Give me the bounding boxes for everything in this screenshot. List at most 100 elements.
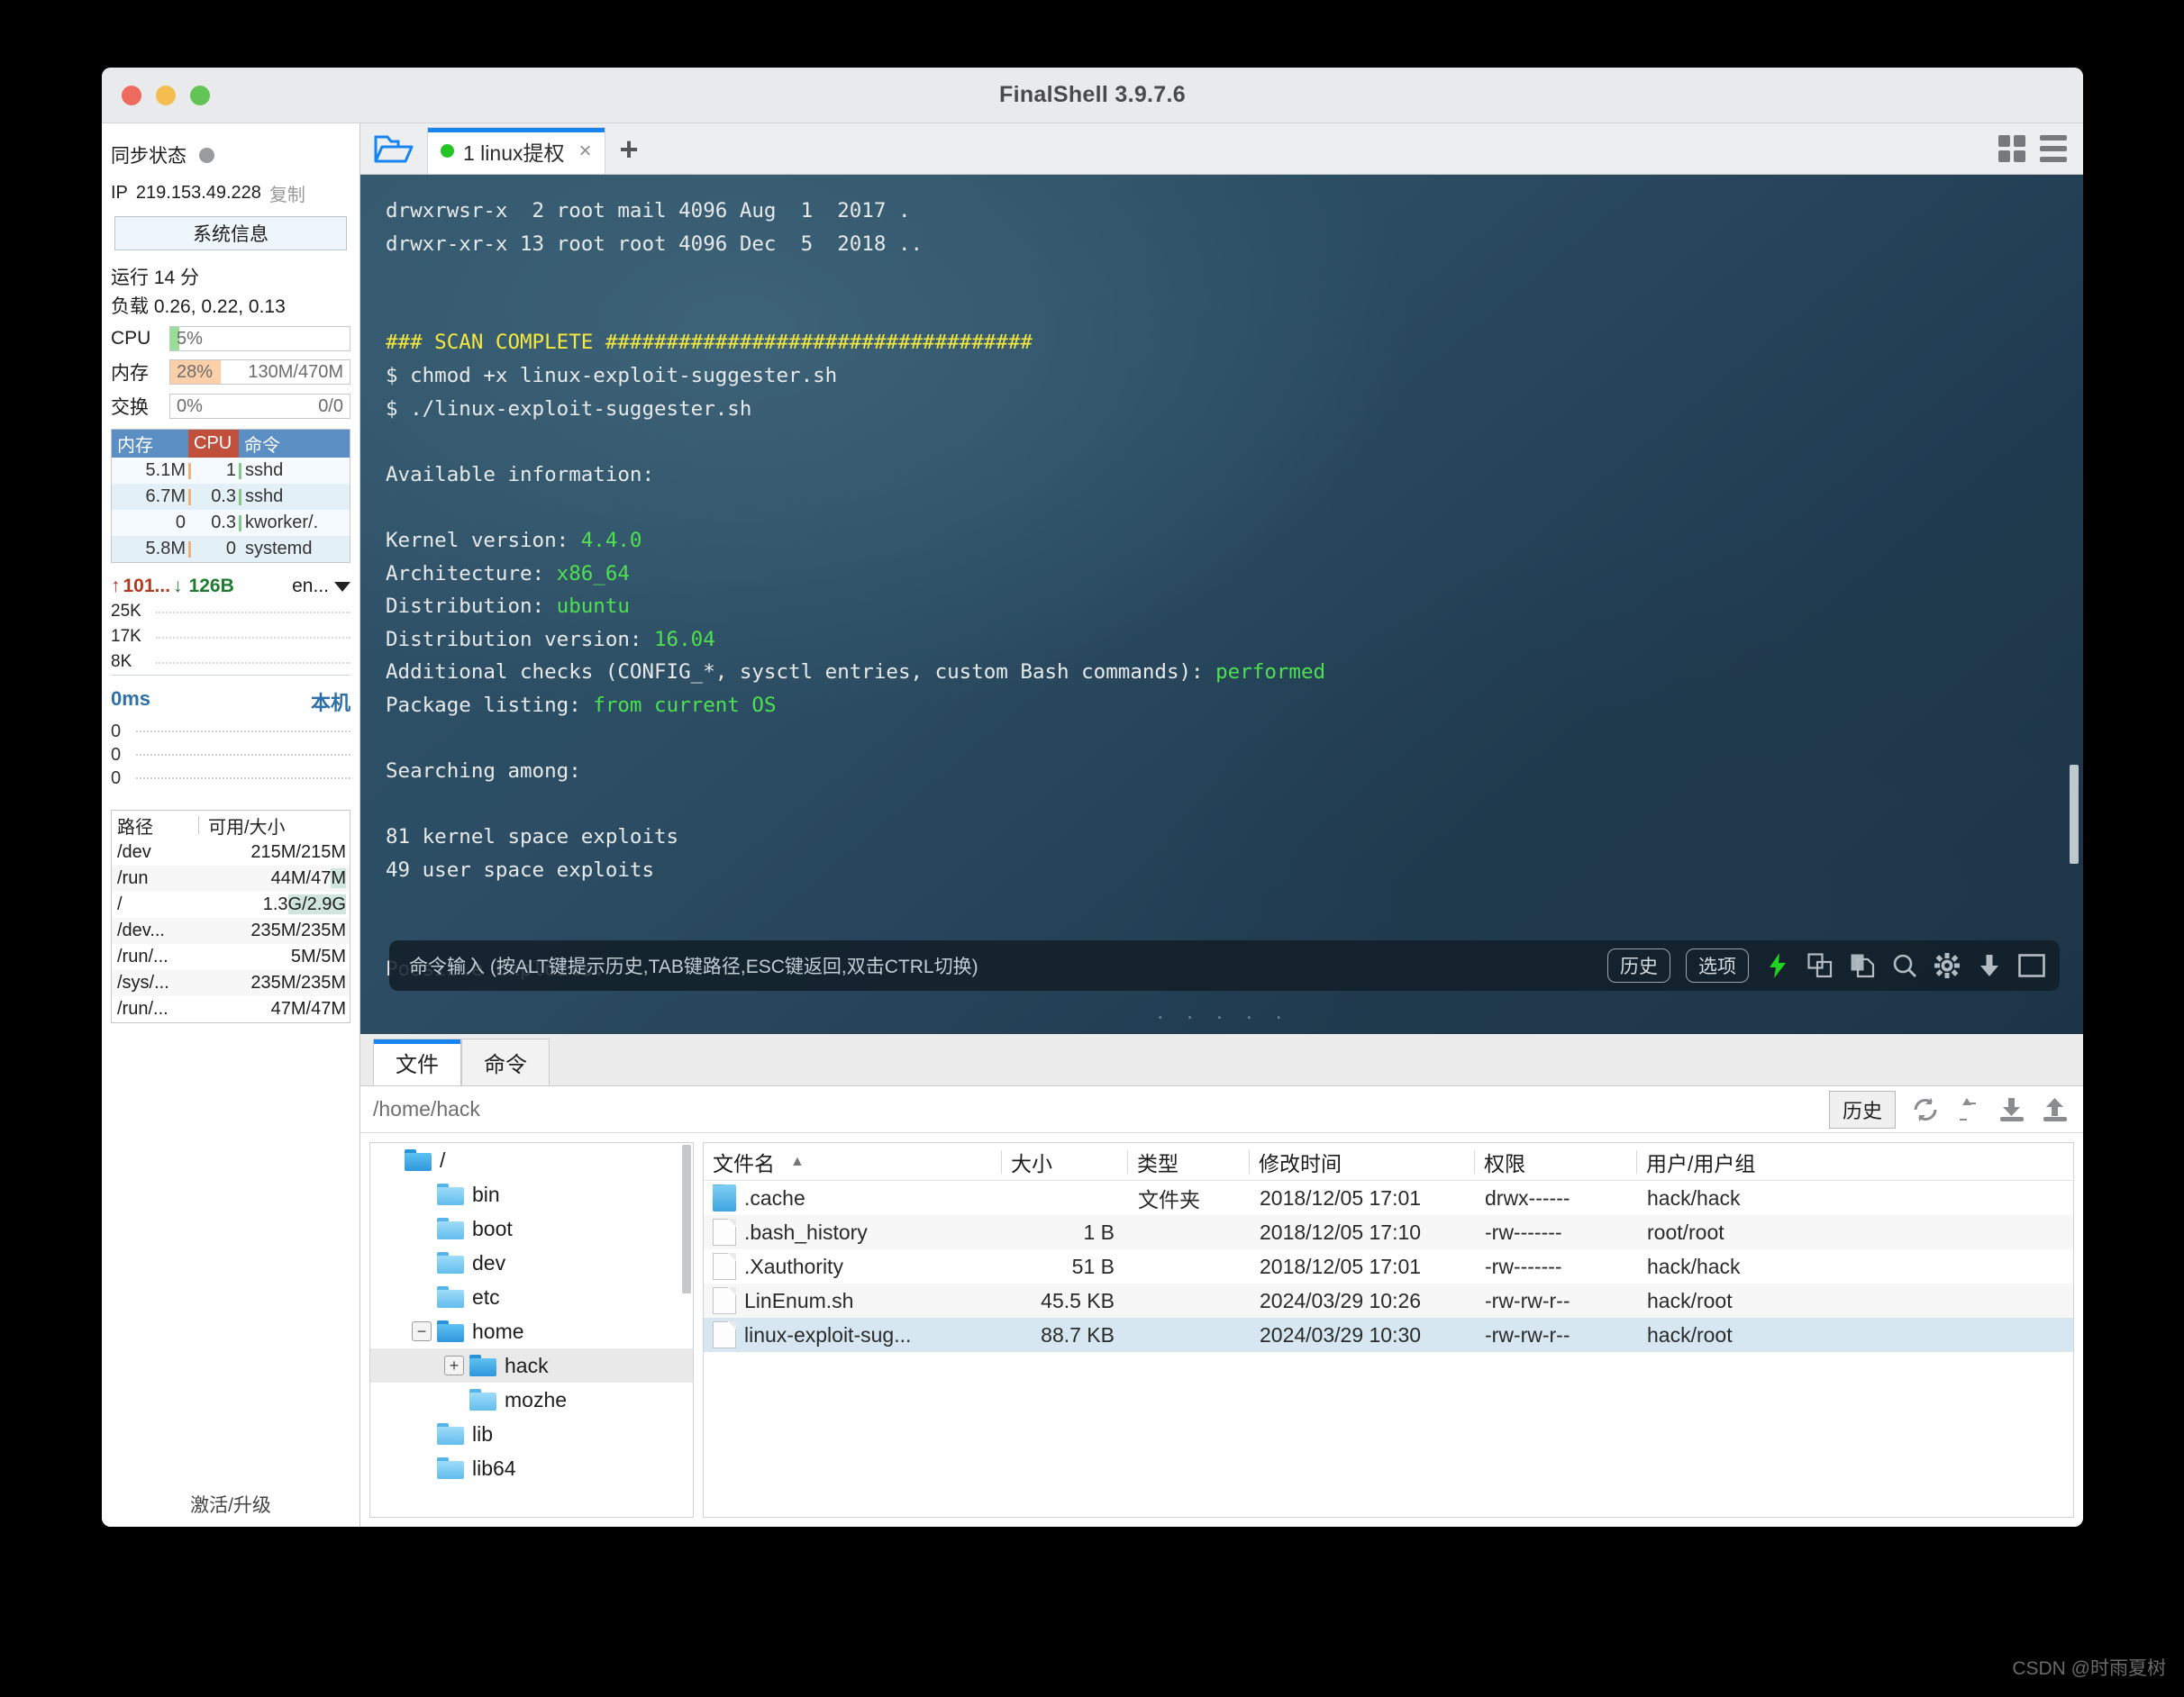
refresh-icon[interactable] <box>1912 1096 1939 1123</box>
process-cmd: systemd <box>241 539 350 559</box>
command-history-button[interactable]: 历史 <box>1607 948 1670 983</box>
file-name-cell: .bash_history <box>704 1219 1001 1246</box>
tree-node-mozhe[interactable]: mozhe <box>370 1383 693 1417</box>
meter-label: CPU <box>111 328 163 349</box>
download-icon[interactable] <box>1998 1096 2025 1123</box>
command-input-bar[interactable]: 命令输入 (按ALT键提示历史,TAB键路径,ESC键返回,双击CTRL切换) … <box>389 940 2060 991</box>
window-body: 同步状态 IP 219.153.49.228 复制 系统信息 运行 14 分 负… <box>102 123 2083 1527</box>
file-row[interactable]: .bash_history1 B2018/12/05 17:10-rw-----… <box>704 1215 2073 1249</box>
disk-col-path[interactable]: 路径 <box>112 812 198 839</box>
window-icon[interactable] <box>2018 952 2045 979</box>
current-path-input[interactable]: /home/hack <box>373 1097 480 1121</box>
disk-size: 47M/47M <box>198 999 350 1020</box>
file-column-header-1[interactable]: 大小 <box>1001 1150 1127 1174</box>
command-options-button[interactable]: 选项 <box>1686 948 1749 983</box>
ip-label: IP <box>111 183 128 204</box>
terminal-scrollbar-thumb[interactable] <box>2070 765 2079 864</box>
tree-node-boot[interactable]: boot <box>370 1211 693 1246</box>
disk-row[interactable]: /sys/...235M/235M <box>112 970 350 996</box>
close-tab-button[interactable]: × <box>578 139 591 164</box>
process-cpu: 1 <box>191 460 239 481</box>
file-row[interactable]: .cache文件夹2018/12/05 17:01drwx------hack/… <box>704 1181 2073 1215</box>
process-row[interactable]: 6.7M0.3sshd <box>112 484 350 510</box>
path-history-button[interactable]: 历史 <box>1829 1091 1896 1129</box>
search-icon[interactable] <box>1891 952 1918 979</box>
process-table: 内存 CPU 命令 5.1M1sshd6.7M0.3sshd00.3kworke… <box>111 429 350 563</box>
file-name-cell: .cache <box>704 1184 1001 1211</box>
meter-row-内存: 内存28%130M/470M <box>111 358 350 386</box>
activate-upgrade-link[interactable]: 激活/升级 <box>102 1491 359 1518</box>
process-col-cpu[interactable]: CPU <box>188 430 239 458</box>
ping-host-label: 本机 <box>311 687 350 716</box>
copy-windows-icon[interactable] <box>1806 952 1834 979</box>
tree-scrollbar-thumb[interactable] <box>682 1145 691 1293</box>
process-col-cmd[interactable]: 命令 <box>239 430 350 458</box>
disk-col-size[interactable]: 可用/大小 <box>199 812 350 839</box>
process-col-mem[interactable]: 内存 <box>112 430 188 458</box>
process-row[interactable]: 00.3kworker/. <box>112 510 350 536</box>
file-column-header-4[interactable]: 权限 <box>1474 1150 1636 1174</box>
meter-label: 内存 <box>111 358 163 386</box>
disk-row[interactable]: /1.3G/2.9G <box>112 892 350 918</box>
file-manager-tab-0[interactable]: 文件 <box>373 1039 461 1085</box>
open-folder-icon[interactable] <box>360 123 427 174</box>
disk-row[interactable]: /run/...47M/47M <box>112 996 350 1022</box>
terminal-output-panel[interactable]: drwxrwsr-x 2 root mail 4096 Aug 1 2017 .… <box>360 175 2083 1034</box>
tree-node-hack[interactable]: +hack <box>370 1348 693 1383</box>
terminal-line: Package listing: from current OS <box>386 689 2083 722</box>
terminal-scrollbar[interactable] <box>2070 175 2079 1034</box>
file-row[interactable]: LinEnum.sh45.5 KB2024/03/29 10:26-rw-rw-… <box>704 1284 2073 1318</box>
file-column-header-5[interactable]: 用户/用户组 <box>1636 1150 2073 1174</box>
disk-row[interactable]: /dev215M/215M <box>112 839 350 866</box>
terminal-line: Kernel version: 4.4.0 <box>386 524 2083 558</box>
tree-expander-toggle[interactable]: − <box>412 1321 432 1341</box>
disk-row[interactable]: /run/...5M/5M <box>112 944 350 970</box>
terminal-line: Available information: <box>386 458 2083 492</box>
file-row[interactable]: .Xauthority51 B2018/12/05 17:01-rw------… <box>704 1249 2073 1284</box>
tree-node-home[interactable]: −home <box>370 1314 693 1348</box>
file-permissions: -rw------- <box>1474 1255 1636 1279</box>
tree-node-root[interactable]: / <box>370 1143 693 1177</box>
download-icon[interactable] <box>1976 952 2003 979</box>
tree-node-bin[interactable]: bin <box>370 1177 693 1211</box>
uptime-text: 运行 14 分 <box>111 263 350 290</box>
terminal-line: Searching among: <box>386 755 2083 788</box>
tree-node-lib[interactable]: lib <box>370 1417 693 1451</box>
new-tab-button[interactable]: + <box>620 131 639 168</box>
disk-row[interactable]: /dev...235M/235M <box>112 918 350 944</box>
upload-icon[interactable] <box>2042 1096 2069 1123</box>
file-manager-tab-1[interactable]: 命令 <box>461 1039 550 1085</box>
grid-view-icon[interactable] <box>1998 135 2025 162</box>
system-info-button[interactable]: 系统信息 <box>114 216 347 250</box>
file-column-header-0[interactable]: 文件名▲ <box>704 1150 1001 1174</box>
terminal-line: ### SCAN COMPLETE ######################… <box>386 326 2083 359</box>
tree-node-dev[interactable]: dev <box>370 1246 693 1280</box>
file-column-header-2[interactable]: 类型 <box>1127 1150 1249 1174</box>
network-interface-selector[interactable]: en... <box>292 576 350 597</box>
list-view-icon[interactable] <box>2040 135 2067 162</box>
paste-icon[interactable] <box>1849 952 1876 979</box>
tree-node-label: / <box>440 1148 445 1173</box>
parent-dir-icon[interactable] <box>1955 1096 1982 1123</box>
tree-node-etc[interactable]: etc <box>370 1280 693 1314</box>
file-list[interactable]: 文件名▲大小类型修改时间权限用户/用户组 .cache文件夹2018/12/05… <box>703 1142 2074 1518</box>
meter-bar: 0%0/0 <box>169 394 350 419</box>
gear-icon[interactable] <box>1934 952 1961 979</box>
tree-node-lib64[interactable]: lib64 <box>370 1451 693 1485</box>
disk-row[interactable]: /run44M/47M <box>112 866 350 892</box>
panel-resize-handle[interactable]: · · · · · <box>360 1008 2083 1028</box>
file-permissions: -rw------- <box>1474 1221 1636 1245</box>
command-input[interactable]: 命令输入 (按ALT键提示历史,TAB键路径,ESC键返回,双击CTRL切换) <box>409 952 978 979</box>
disk-path: /run <box>112 868 198 889</box>
net-y-tick: 8K <box>111 649 154 675</box>
process-row[interactable]: 5.8M0systemd <box>112 536 350 562</box>
file-column-header-3[interactable]: 修改时间 <box>1249 1150 1474 1174</box>
lightning-icon[interactable] <box>1764 952 1791 979</box>
file-row[interactable]: linux-exploit-sug...88.7 KB2024/03/29 10… <box>704 1318 2073 1352</box>
disk-path: /dev <box>112 842 198 863</box>
session-tab-1[interactable]: 1 linux提权 × <box>427 127 605 174</box>
copy-ip-button[interactable]: 复制 <box>269 180 305 206</box>
process-row[interactable]: 5.1M1sshd <box>112 458 350 484</box>
tree-expander-toggle[interactable]: + <box>444 1356 464 1375</box>
directory-tree[interactable]: / binbootdevetc−home+hackmozheliblib64 <box>369 1142 694 1518</box>
